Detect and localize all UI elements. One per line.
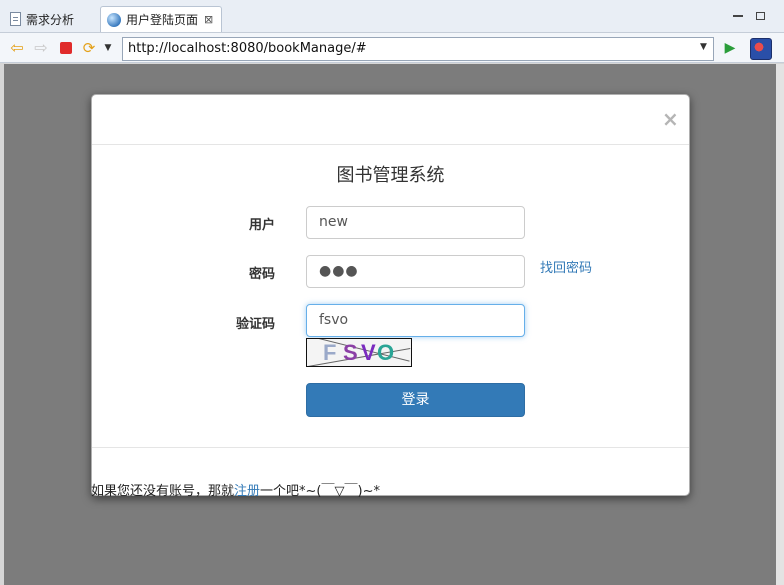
register-prompt-prefix: 如果您还没有账号，那就 [91, 484, 235, 499]
captcha-input[interactable]: fsvo [306, 304, 525, 337]
go-icon[interactable]: ▶ [721, 39, 739, 57]
back-arrow-icon[interactable]: ⇦ [8, 39, 26, 57]
url-dropdown-icon[interactable]: ▼ [700, 42, 707, 52]
captcha-char: S [343, 340, 358, 365]
captcha-image[interactable]: F S V O [306, 338, 412, 367]
tab-requirements[interactable]: 需求分析 [4, 6, 100, 32]
password-input[interactable]: ●●● [306, 255, 525, 288]
close-icon[interactable]: × [662, 107, 679, 131]
register-prompt-suffix: 一个吧*~(￣▽￣)~* [260, 484, 380, 499]
restore-icon[interactable] [756, 12, 765, 20]
register-prompt: 如果您还没有账号，那就注册一个吧*~(￣▽￣)~* [91, 480, 380, 499]
login-button[interactable]: 登录 [306, 383, 525, 417]
captcha-char: V [361, 340, 376, 365]
close-tab-icon[interactable]: ⊠ [204, 13, 213, 26]
browser-logo-icon[interactable] [750, 38, 772, 60]
captcha-label: 验证码 [235, 317, 275, 332]
editor-tab-bar: 需求分析 用户登陆页面 ⊠ [0, 0, 784, 33]
globe-icon [107, 12, 121, 27]
chevron-down-icon[interactable]: ▼ [99, 39, 117, 57]
captcha-char: F [323, 340, 337, 365]
tab-label: 需求分析 [26, 12, 75, 27]
dialog-header [92, 95, 689, 145]
password-label: 密码 [248, 267, 275, 282]
stop-icon[interactable] [57, 39, 75, 57]
page-scrollbar [776, 64, 784, 585]
register-link[interactable]: 注册 [234, 484, 260, 499]
username-input[interactable]: new [306, 206, 525, 239]
tab-label: 用户登陆页面 [126, 13, 199, 27]
forward-arrow-icon[interactable]: ⇨ [32, 39, 50, 57]
password-mask: ●●● [319, 263, 359, 279]
document-icon [10, 12, 21, 26]
footer-divider [92, 447, 689, 448]
url-input[interactable]: http://localhost:8080/bookManage/# [122, 37, 714, 61]
forgot-password-link[interactable]: 找回密码 [540, 257, 592, 276]
login-dialog: × 图书管理系统 用户 new 密码 ●●● 找回密码 验证码 fsvo F S… [91, 94, 690, 499]
captcha-char: O [377, 340, 395, 365]
refresh-icon[interactable]: ⟳ [80, 39, 98, 57]
tab-login-page[interactable]: 用户登陆页面 ⊠ [100, 6, 222, 32]
minimize-icon[interactable] [733, 12, 743, 17]
dialog-title: 图书管理系统 [336, 165, 445, 186]
user-label: 用户 [248, 218, 275, 233]
